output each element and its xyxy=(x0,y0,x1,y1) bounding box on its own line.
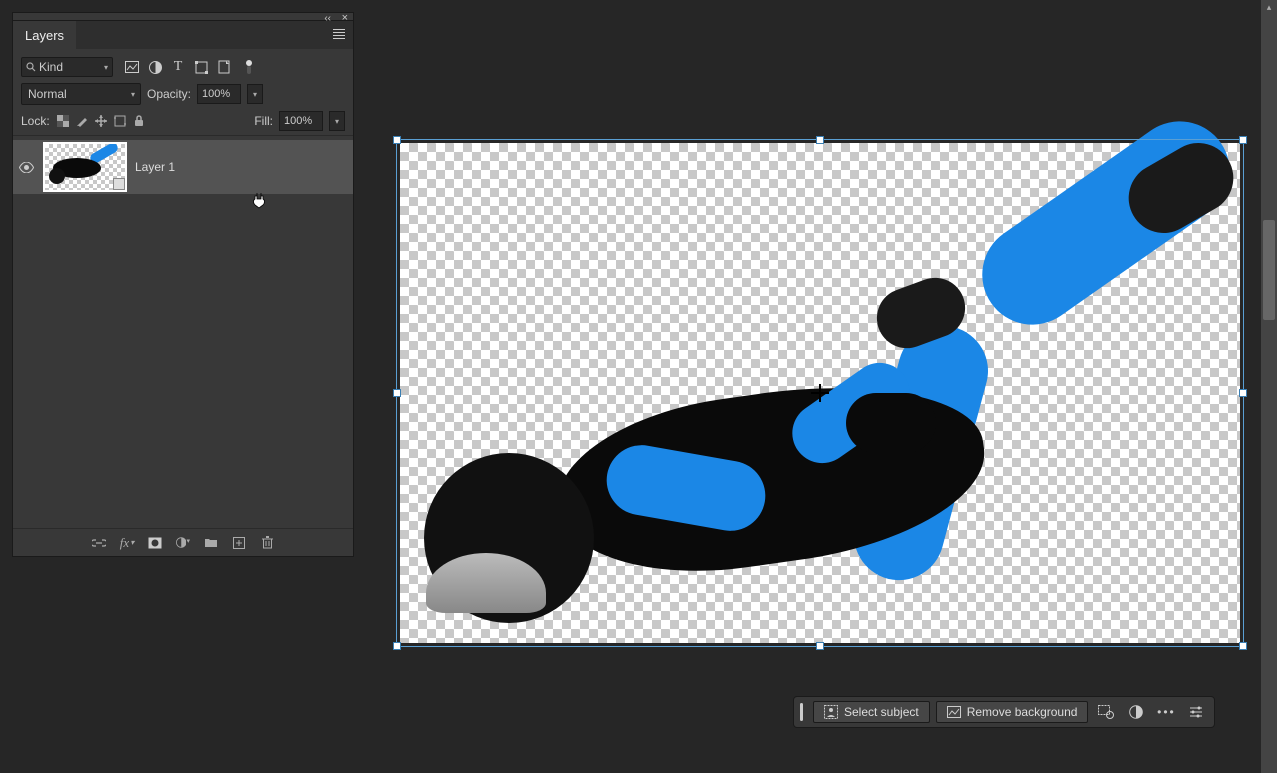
select-subject-label: Select subject xyxy=(844,705,919,719)
panel-menu-button[interactable] xyxy=(333,29,345,39)
layer-thumbnail[interactable] xyxy=(43,142,127,192)
smart-object-badge-icon xyxy=(113,178,125,190)
lock-position-icon[interactable] xyxy=(94,114,108,128)
canvas-image xyxy=(406,153,1226,633)
handle-bottom-right[interactable] xyxy=(1239,642,1247,650)
fill-label: Fill: xyxy=(254,114,273,128)
panel-tabs: Layers xyxy=(13,21,353,49)
handle-bottom-left[interactable] xyxy=(393,642,401,650)
opacity-label: Opacity: xyxy=(147,87,191,101)
search-icon xyxy=(26,62,36,72)
chevron-down-icon: ▾ xyxy=(131,90,135,99)
type-layer-filter-icon[interactable]: T xyxy=(171,60,185,74)
fill-value[interactable]: 100% xyxy=(279,111,323,131)
panel-header: ‹‹ × xyxy=(13,13,353,21)
lock-transparency-icon[interactable] xyxy=(56,114,70,128)
select-subject-button[interactable]: Select subject xyxy=(813,701,930,723)
more-options-icon[interactable]: ••• xyxy=(1154,701,1178,723)
lock-icons xyxy=(56,114,146,128)
blend-mode-value: Normal xyxy=(28,87,67,101)
drag-handle-icon[interactable] xyxy=(800,703,803,721)
scroll-up-icon[interactable]: ▴ xyxy=(1264,2,1274,12)
scrollbar-thumb[interactable] xyxy=(1263,220,1275,320)
quick-actions-bar: Select subject Remove background ••• xyxy=(793,696,1215,728)
link-layers-icon[interactable] xyxy=(92,536,106,550)
group-icon[interactable] xyxy=(204,536,218,550)
panel-footer: fx▾ ▾ xyxy=(13,528,353,556)
adjustment-icon[interactable] xyxy=(1124,701,1148,723)
opacity-value[interactable]: 100% xyxy=(197,84,241,104)
properties-icon[interactable] xyxy=(1184,701,1208,723)
lock-row: Lock: Fill: 100% ▾ xyxy=(21,111,345,131)
filter-type-value: Kind xyxy=(39,60,63,74)
adjustment-layer-icon[interactable]: ▾ xyxy=(176,536,190,550)
handle-middle-right[interactable] xyxy=(1239,389,1247,397)
pixel-layer-filter-icon[interactable] xyxy=(125,60,139,74)
panel-controls: Kind ▾ T Normal ▾ Opacity: 100% ▾ xyxy=(13,49,353,136)
shape-layer-filter-icon[interactable] xyxy=(194,60,208,74)
person-icon xyxy=(824,705,838,719)
lock-pixels-icon[interactable] xyxy=(75,114,89,128)
tab-label: Layers xyxy=(25,28,64,43)
chevron-down-icon: ▾ xyxy=(104,63,108,72)
vertical-scrollbar[interactable]: ▴ xyxy=(1261,0,1277,773)
layer-style-icon[interactable]: fx▾ xyxy=(120,536,134,550)
filter-type-combo[interactable]: Kind ▾ xyxy=(21,57,113,77)
cursor-icon xyxy=(251,193,267,209)
remove-background-label: Remove background xyxy=(967,705,1078,719)
fill-dropdown[interactable]: ▾ xyxy=(329,111,345,131)
adjustment-layer-filter-icon[interactable] xyxy=(148,60,162,74)
blend-row: Normal ▾ Opacity: 100% ▾ xyxy=(21,83,345,105)
new-layer-icon[interactable] xyxy=(232,536,246,550)
handle-top-right[interactable] xyxy=(1239,136,1247,144)
tab-layers[interactable]: Layers xyxy=(13,21,76,49)
filter-icons: T xyxy=(125,60,256,74)
filter-toggle-icon[interactable] xyxy=(242,60,256,74)
mask-options-icon[interactable] xyxy=(1094,701,1118,723)
lock-artboard-icon[interactable] xyxy=(113,114,127,128)
layers-panel: ‹‹ × Layers Kind ▾ T xyxy=(12,12,354,557)
layer-mask-icon[interactable] xyxy=(148,536,162,550)
remove-background-button[interactable]: Remove background xyxy=(936,701,1089,723)
handle-bottom-middle[interactable] xyxy=(816,642,824,650)
lock-label: Lock: xyxy=(21,114,50,128)
image-icon xyxy=(947,705,961,719)
layer-row[interactable]: Layer 1 xyxy=(13,140,353,194)
filter-row: Kind ▾ T xyxy=(21,57,345,77)
layers-list: Layer 1 xyxy=(13,136,353,528)
visibility-toggle-icon[interactable] xyxy=(19,162,35,173)
layer-name[interactable]: Layer 1 xyxy=(135,160,175,174)
smart-object-filter-icon[interactable] xyxy=(217,60,231,74)
canvas[interactable] xyxy=(400,143,1240,643)
blend-mode-combo[interactable]: Normal ▾ xyxy=(21,83,141,105)
lock-all-icon[interactable] xyxy=(132,114,146,128)
delete-layer-icon[interactable] xyxy=(260,536,274,550)
opacity-dropdown[interactable]: ▾ xyxy=(247,84,263,104)
hamburger-icon xyxy=(333,29,345,39)
